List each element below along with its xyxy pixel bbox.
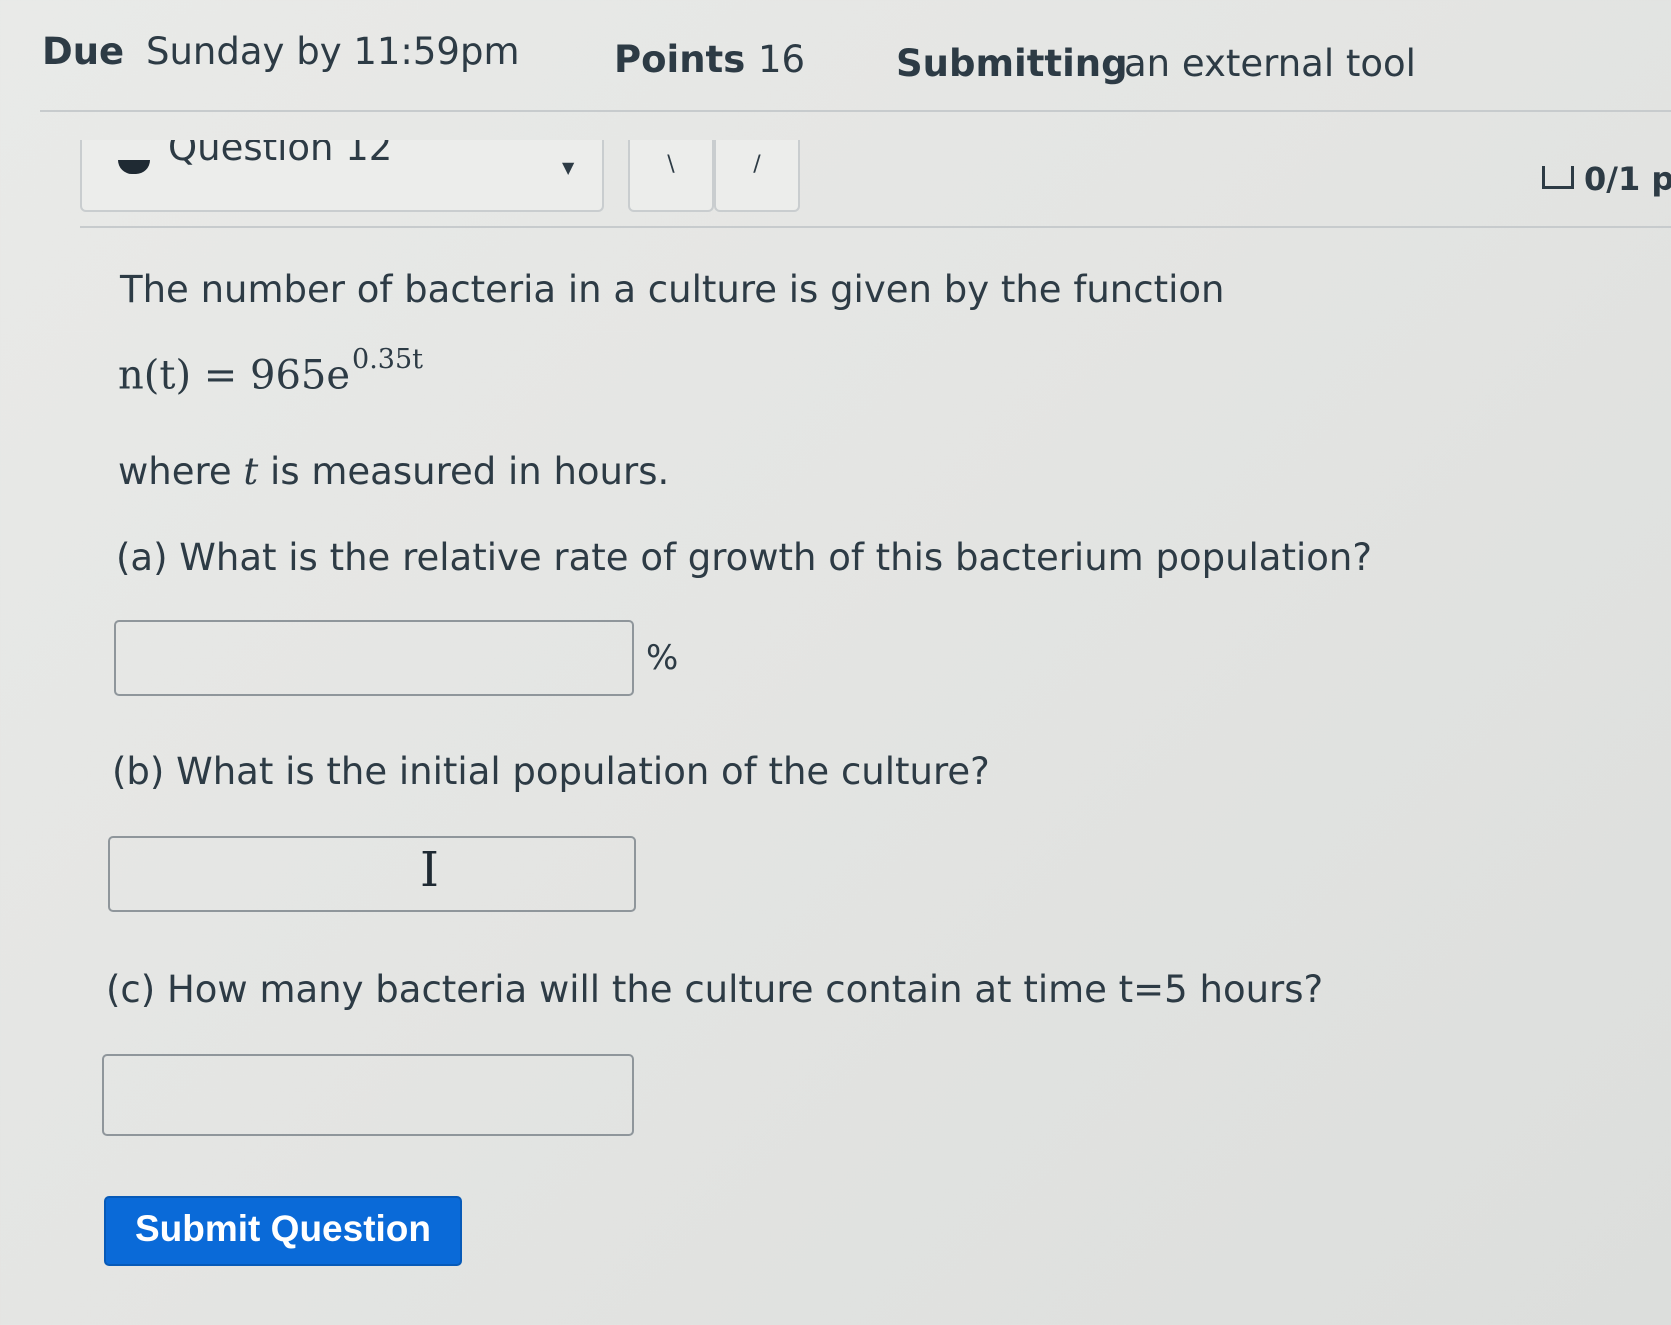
equation: n(t) = 965e0.35t: [118, 344, 423, 399]
submit-question-button[interactable]: Submit Question: [104, 1196, 462, 1266]
text-cursor-icon: I: [420, 842, 439, 898]
part-a-answer-input[interactable]: [114, 620, 634, 696]
assignment-header: Due Sunday by 11:59pm Points 16 Submitti…: [40, 30, 1600, 90]
previous-arrow-icon: \: [667, 152, 675, 177]
part-a-question: (a) What is the relative rate of growth …: [116, 536, 1372, 579]
where-variable: t: [243, 450, 259, 493]
due-label: Due: [42, 30, 125, 73]
submitting-label: Submitting: [896, 42, 1128, 85]
caret-down-icon: ▼: [562, 158, 575, 177]
question-selector[interactable]: Question 12 ▼: [80, 140, 604, 212]
points-label: Points: [614, 38, 746, 81]
equation-base: n(t) = 965e: [118, 352, 351, 399]
where-suffix: is measured in hours.: [258, 450, 670, 493]
question-selector-label: Question 12: [168, 126, 393, 169]
where-prefix: where: [118, 450, 244, 493]
question-status-icon: [118, 160, 150, 174]
next-question-button[interactable]: /: [714, 140, 800, 212]
previous-question-button[interactable]: \: [628, 140, 714, 212]
submitting-value: an external tool: [1124, 42, 1416, 85]
due-value: Sunday by 11:59pm: [146, 30, 520, 73]
part-b-question: (b) What is the initial population of th…: [112, 750, 990, 793]
score-indicator: 0/1 p: [1542, 160, 1671, 198]
next-arrow-icon: /: [753, 152, 761, 177]
part-b-answer-input[interactable]: [108, 836, 636, 912]
part-c-answer-input[interactable]: [102, 1054, 634, 1136]
part-c-question: (c) How many bacteria will the culture c…: [106, 968, 1324, 1011]
percent-unit: %: [646, 638, 679, 678]
problem-intro: The number of bacteria in a culture is g…: [120, 268, 1225, 311]
checkbox-icon: [1542, 165, 1574, 189]
question-divider: [80, 226, 1671, 228]
score-value: 0/1 p: [1584, 160, 1671, 198]
where-statement: where t is measured in hours.: [118, 450, 669, 493]
equation-exponent: 0.35t: [352, 344, 423, 375]
points-value: 16: [758, 38, 806, 81]
header-divider: [40, 110, 1671, 112]
